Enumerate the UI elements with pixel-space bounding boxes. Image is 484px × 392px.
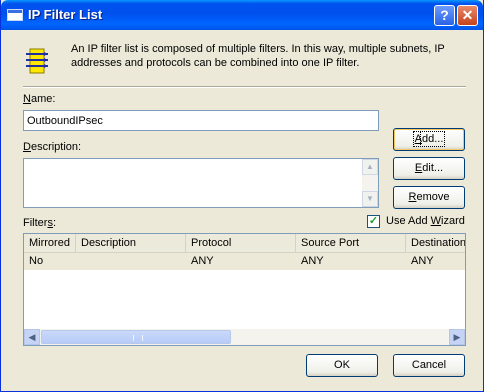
description-label: Description: <box>23 141 82 153</box>
intro-text: An IP filter list is composed of multipl… <box>71 43 445 69</box>
filters-label: Filters: <box>23 217 57 229</box>
name-input[interactable] <box>23 110 379 131</box>
use-add-wizard-checkbox[interactable]: ✓ <box>367 215 380 228</box>
cancel-button[interactable]: Cancel <box>393 354 465 377</box>
table-row[interactable]: No ANY ANY ANY <box>24 253 465 270</box>
scroll-down-icon[interactable]: ▼ <box>362 191 378 207</box>
column-header-destination[interactable]: Destination <box>406 234 465 252</box>
cell-source-port: ANY <box>301 255 324 267</box>
description-scrollbar[interactable]: ▲ ▼ <box>362 159 378 207</box>
column-header-source-port[interactable]: Source Port <box>296 234 406 252</box>
edit-button[interactable]: Edit... <box>393 157 465 180</box>
filter-list-icon <box>26 48 48 74</box>
title-bar[interactable]: IP Filter List ? ✕ <box>1 0 483 30</box>
use-add-wizard-label[interactable]: Use Add Wizard <box>386 215 465 227</box>
scroll-up-icon[interactable]: ▲ <box>362 159 378 175</box>
add-button[interactable]: Add... <box>393 128 465 151</box>
scroll-thumb[interactable] <box>41 330 231 344</box>
close-icon[interactable]: ✕ <box>457 5 478 26</box>
window-icon <box>7 9 23 21</box>
column-header-protocol[interactable]: Protocol <box>186 234 296 252</box>
table-header: Mirrored Description Protocol Source Por… <box>24 234 465 253</box>
name-label: Name: <box>23 93 56 105</box>
scroll-left-icon[interactable]: ◀ <box>24 329 40 345</box>
description-textarea[interactable]: ▲ ▼ <box>23 158 379 208</box>
scroll-right-icon[interactable]: ▶ <box>449 329 465 345</box>
remove-button[interactable]: Remove <box>393 186 465 209</box>
cell-protocol: ANY <box>191 255 214 267</box>
grip-icon <box>133 335 143 341</box>
window-title: IP Filter List <box>28 7 103 22</box>
column-header-mirrored[interactable]: Mirrored <box>24 234 76 252</box>
horizontal-scrollbar[interactable]: ◀ ▶ <box>24 329 465 345</box>
ip-filter-list-dialog: IP Filter List ? ✕ An IP filter list is … <box>0 0 484 392</box>
cell-mirrored: No <box>29 255 44 267</box>
help-icon[interactable]: ? <box>434 5 455 26</box>
cell-destination: ANY <box>411 255 434 267</box>
column-header-description[interactable]: Description <box>76 234 186 252</box>
ok-button[interactable]: OK <box>306 354 378 377</box>
filters-table[interactable]: Mirrored Description Protocol Source Por… <box>23 233 466 346</box>
separator <box>23 86 466 88</box>
